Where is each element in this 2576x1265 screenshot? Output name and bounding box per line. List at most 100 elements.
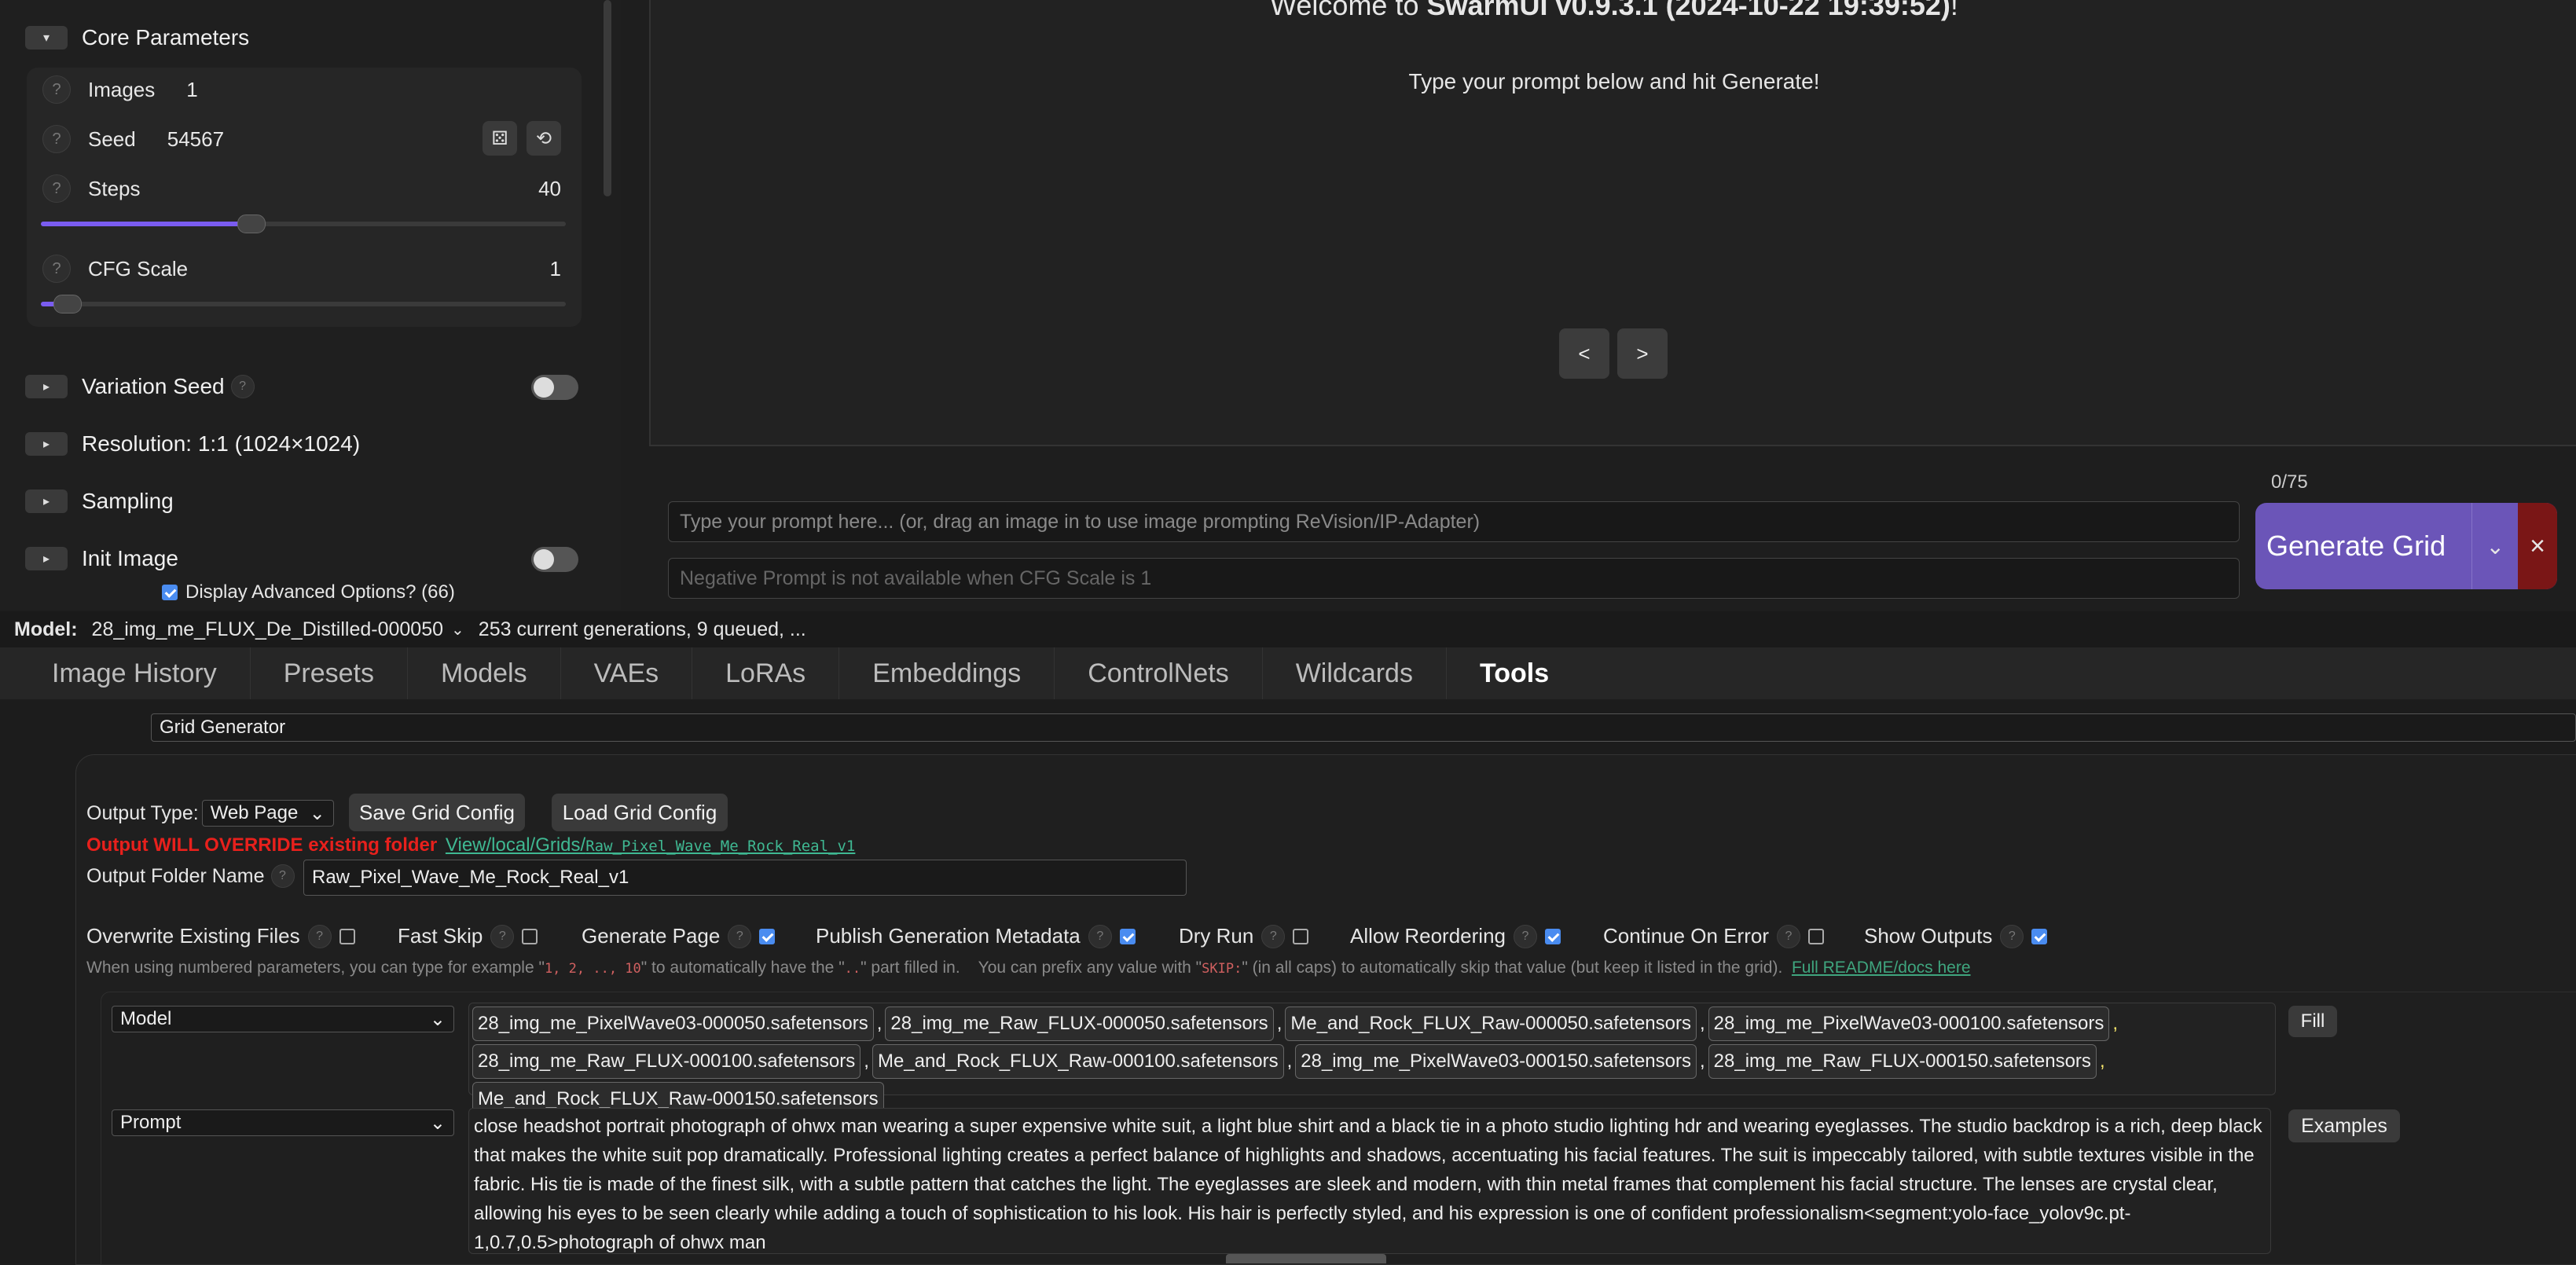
option-allow-reordering[interactable]: Allow Reordering? [1350,924,1561,948]
tab-loras[interactable]: LoRAs [692,647,840,699]
generate-button[interactable]: Generate Grid [2255,530,2471,563]
help-icon[interactable]: ? [42,75,71,104]
show-outputs-checkbox[interactable] [2031,928,2048,944]
examples-button[interactable]: Examples [2288,1109,2400,1142]
axis-1-value: Model [120,1008,172,1029]
random-dice-icon[interactable]: ⚄ [483,121,517,156]
images-label: Images [88,77,156,101]
help-text: When using numbered parameters, you can … [86,959,1971,977]
variation-seed-toggle[interactable] [531,375,578,400]
next-button[interactable]: > [1617,328,1668,379]
help-icon[interactable]: ? [1088,924,1112,948]
fill-button[interactable]: Fill [2288,1006,2337,1037]
model-select[interactable]: 28_img_me_FLUX_De_Distilled-000050 ⌄ [92,618,464,641]
axis-1-values[interactable]: 28_img_me_PixelWave03-000050.safetensors… [468,1003,2276,1116]
cfg-slider-thumb[interactable] [53,295,83,314]
help-icon[interactable]: ? [2000,924,2024,948]
allow-reordering-checkbox[interactable] [1544,928,1561,944]
help-icon[interactable]: ? [490,924,515,948]
help-icon[interactable]: ? [42,255,71,283]
expand-arrow-icon[interactable]: ▸ [25,547,68,570]
option-publish-metadata[interactable]: Publish Generation Metadata? [816,924,1136,948]
folder-name-input[interactable]: Raw_Pixel_Wave_Me_Rock_Real_v1 [303,860,1187,896]
tab-tools[interactable]: Tools [1447,647,1582,699]
tab-models[interactable]: Models [408,647,561,699]
option-show-outputs[interactable]: Show Outputs? [1864,924,2048,948]
help-icon[interactable]: ? [1776,924,1800,948]
help-icon[interactable]: ? [728,924,752,948]
previous-button[interactable]: < [1559,328,1609,379]
help-text-part: " part filled in. You can prefix any val… [861,959,1202,977]
collapse-toggle-icon[interactable]: ▾ [25,26,68,50]
option-fast-skip[interactable]: Fast Skip? [398,924,538,948]
axis-value-chip[interactable]: 28_img_me_PixelWave03-000100.safetensors [1708,1006,2110,1041]
output-folder-link[interactable]: View/local/Grids/Raw_Pixel_Wave_Me_Rock_… [446,834,855,856]
save-grid-config-button[interactable]: Save Grid Config [349,794,525,831]
axis-value-chip[interactable]: 28_img_me_Raw_FLUX-000050.safetensors [885,1006,1274,1041]
axis-value-chip[interactable]: Me_and_Rock_FLUX_Raw-000100.safetensors [872,1044,1284,1079]
panel-scrollbar[interactable] [604,0,611,196]
expand-arrow-icon[interactable]: ▸ [25,432,68,456]
axis-value-chip[interactable]: 28_img_me_Raw_FLUX-000150.safetensors [1708,1044,2097,1079]
horizontal-scrollbar[interactable] [1226,1254,1386,1263]
help-icon[interactable]: ? [230,375,255,398]
readme-link[interactable]: Full README/docs here [1792,959,1971,977]
cfg-value[interactable]: 1 [550,257,561,281]
help-icon[interactable]: ? [307,924,332,948]
axis-2-select[interactable]: Prompt ⌄ [112,1109,454,1136]
tab-embeddings[interactable]: Embeddings [839,647,1055,699]
reuse-seed-icon[interactable]: ⟲ [527,121,561,156]
help-icon[interactable]: ? [42,174,71,203]
help-icon[interactable]: ? [42,125,71,153]
interrupt-button[interactable]: × [2518,503,2557,589]
option-dry-run[interactable]: Dry Run? [1179,924,1309,948]
init-image-toggle[interactable] [531,547,578,572]
output-type-select[interactable]: Web Page ⌄ [201,800,334,827]
variation-seed-header[interactable]: ▸ Variation Seed ? [25,371,255,402]
images-input[interactable]: 1 [186,78,197,102]
axis-value-chip[interactable]: Me_and_Rock_FLUX_Raw-000050.safetensors [1285,1006,1697,1041]
steps-slider-thumb[interactable] [237,214,266,233]
publish-metadata-checkbox[interactable] [1119,928,1136,944]
option-continue-on-error[interactable]: Continue On Error? [1603,924,1824,948]
help-icon[interactable]: ? [1513,924,1537,948]
tool-select[interactable]: Grid Generator [151,713,2576,742]
steps-slider[interactable] [41,214,566,233]
axis-value-chip[interactable]: 28_img_me_Raw_FLUX-000100.safetensors [472,1044,861,1079]
fast-skip-checkbox[interactable] [522,928,538,944]
overwrite-checkbox[interactable] [339,928,355,944]
dry-run-checkbox[interactable] [1293,928,1309,944]
welcome-prefix: Welcome to [1270,0,1427,21]
sampling-header[interactable]: ▸ Sampling [25,486,174,517]
axis-value-chip[interactable]: 28_img_me_PixelWave03-000050.safetensors [472,1006,874,1041]
override-warning: Output WILL OVERRIDE existing folder [86,834,438,856]
advanced-options-checkbox[interactable] [162,585,178,600]
tab-wildcards[interactable]: Wildcards [1263,647,1447,699]
load-grid-config-button[interactable]: Load Grid Config [552,794,728,831]
expand-arrow-icon[interactable]: ▸ [25,375,68,398]
folder-name-label: Output Folder Name [86,864,265,887]
help-icon[interactable]: ? [270,864,295,888]
steps-value[interactable]: 40 [538,177,561,201]
axis-1-select[interactable]: Model ⌄ [112,1006,454,1032]
continue-on-error-checkbox[interactable] [1807,928,1824,944]
tab-vaes[interactable]: VAEs [561,647,693,699]
negative-prompt-input[interactable]: Negative Prompt is not available when CF… [668,558,2240,599]
cfg-slider[interactable] [41,295,566,314]
resolution-header[interactable]: ▸ Resolution: 1:1 (1024×1024) [25,428,360,460]
expand-arrow-icon[interactable]: ▸ [25,490,68,513]
tab-image-history[interactable]: Image History [0,647,251,699]
axis-2-values[interactable]: close headshot portrait photograph of oh… [468,1108,2271,1254]
tab-presets[interactable]: Presets [251,647,408,699]
prompt-input[interactable]: Type your prompt here... (or, drag an im… [668,501,2240,542]
tab-controlnets[interactable]: ControlNets [1055,647,1263,699]
generate-page-checkbox[interactable] [759,928,776,944]
core-parameters-header[interactable]: ▾ Core Parameters [25,22,249,53]
option-overwrite[interactable]: Overwrite Existing Files? [86,924,355,948]
init-image-header[interactable]: ▸ Init Image [25,543,178,574]
option-generate-page[interactable]: Generate Page? [582,924,776,948]
generate-dropdown-icon[interactable]: ⌄ [2471,503,2518,589]
help-icon[interactable]: ? [1261,924,1286,948]
axis-value-chip[interactable]: 28_img_me_PixelWave03-000150.safetensors [1295,1044,1697,1079]
seed-input[interactable]: 54567 [167,127,224,152]
